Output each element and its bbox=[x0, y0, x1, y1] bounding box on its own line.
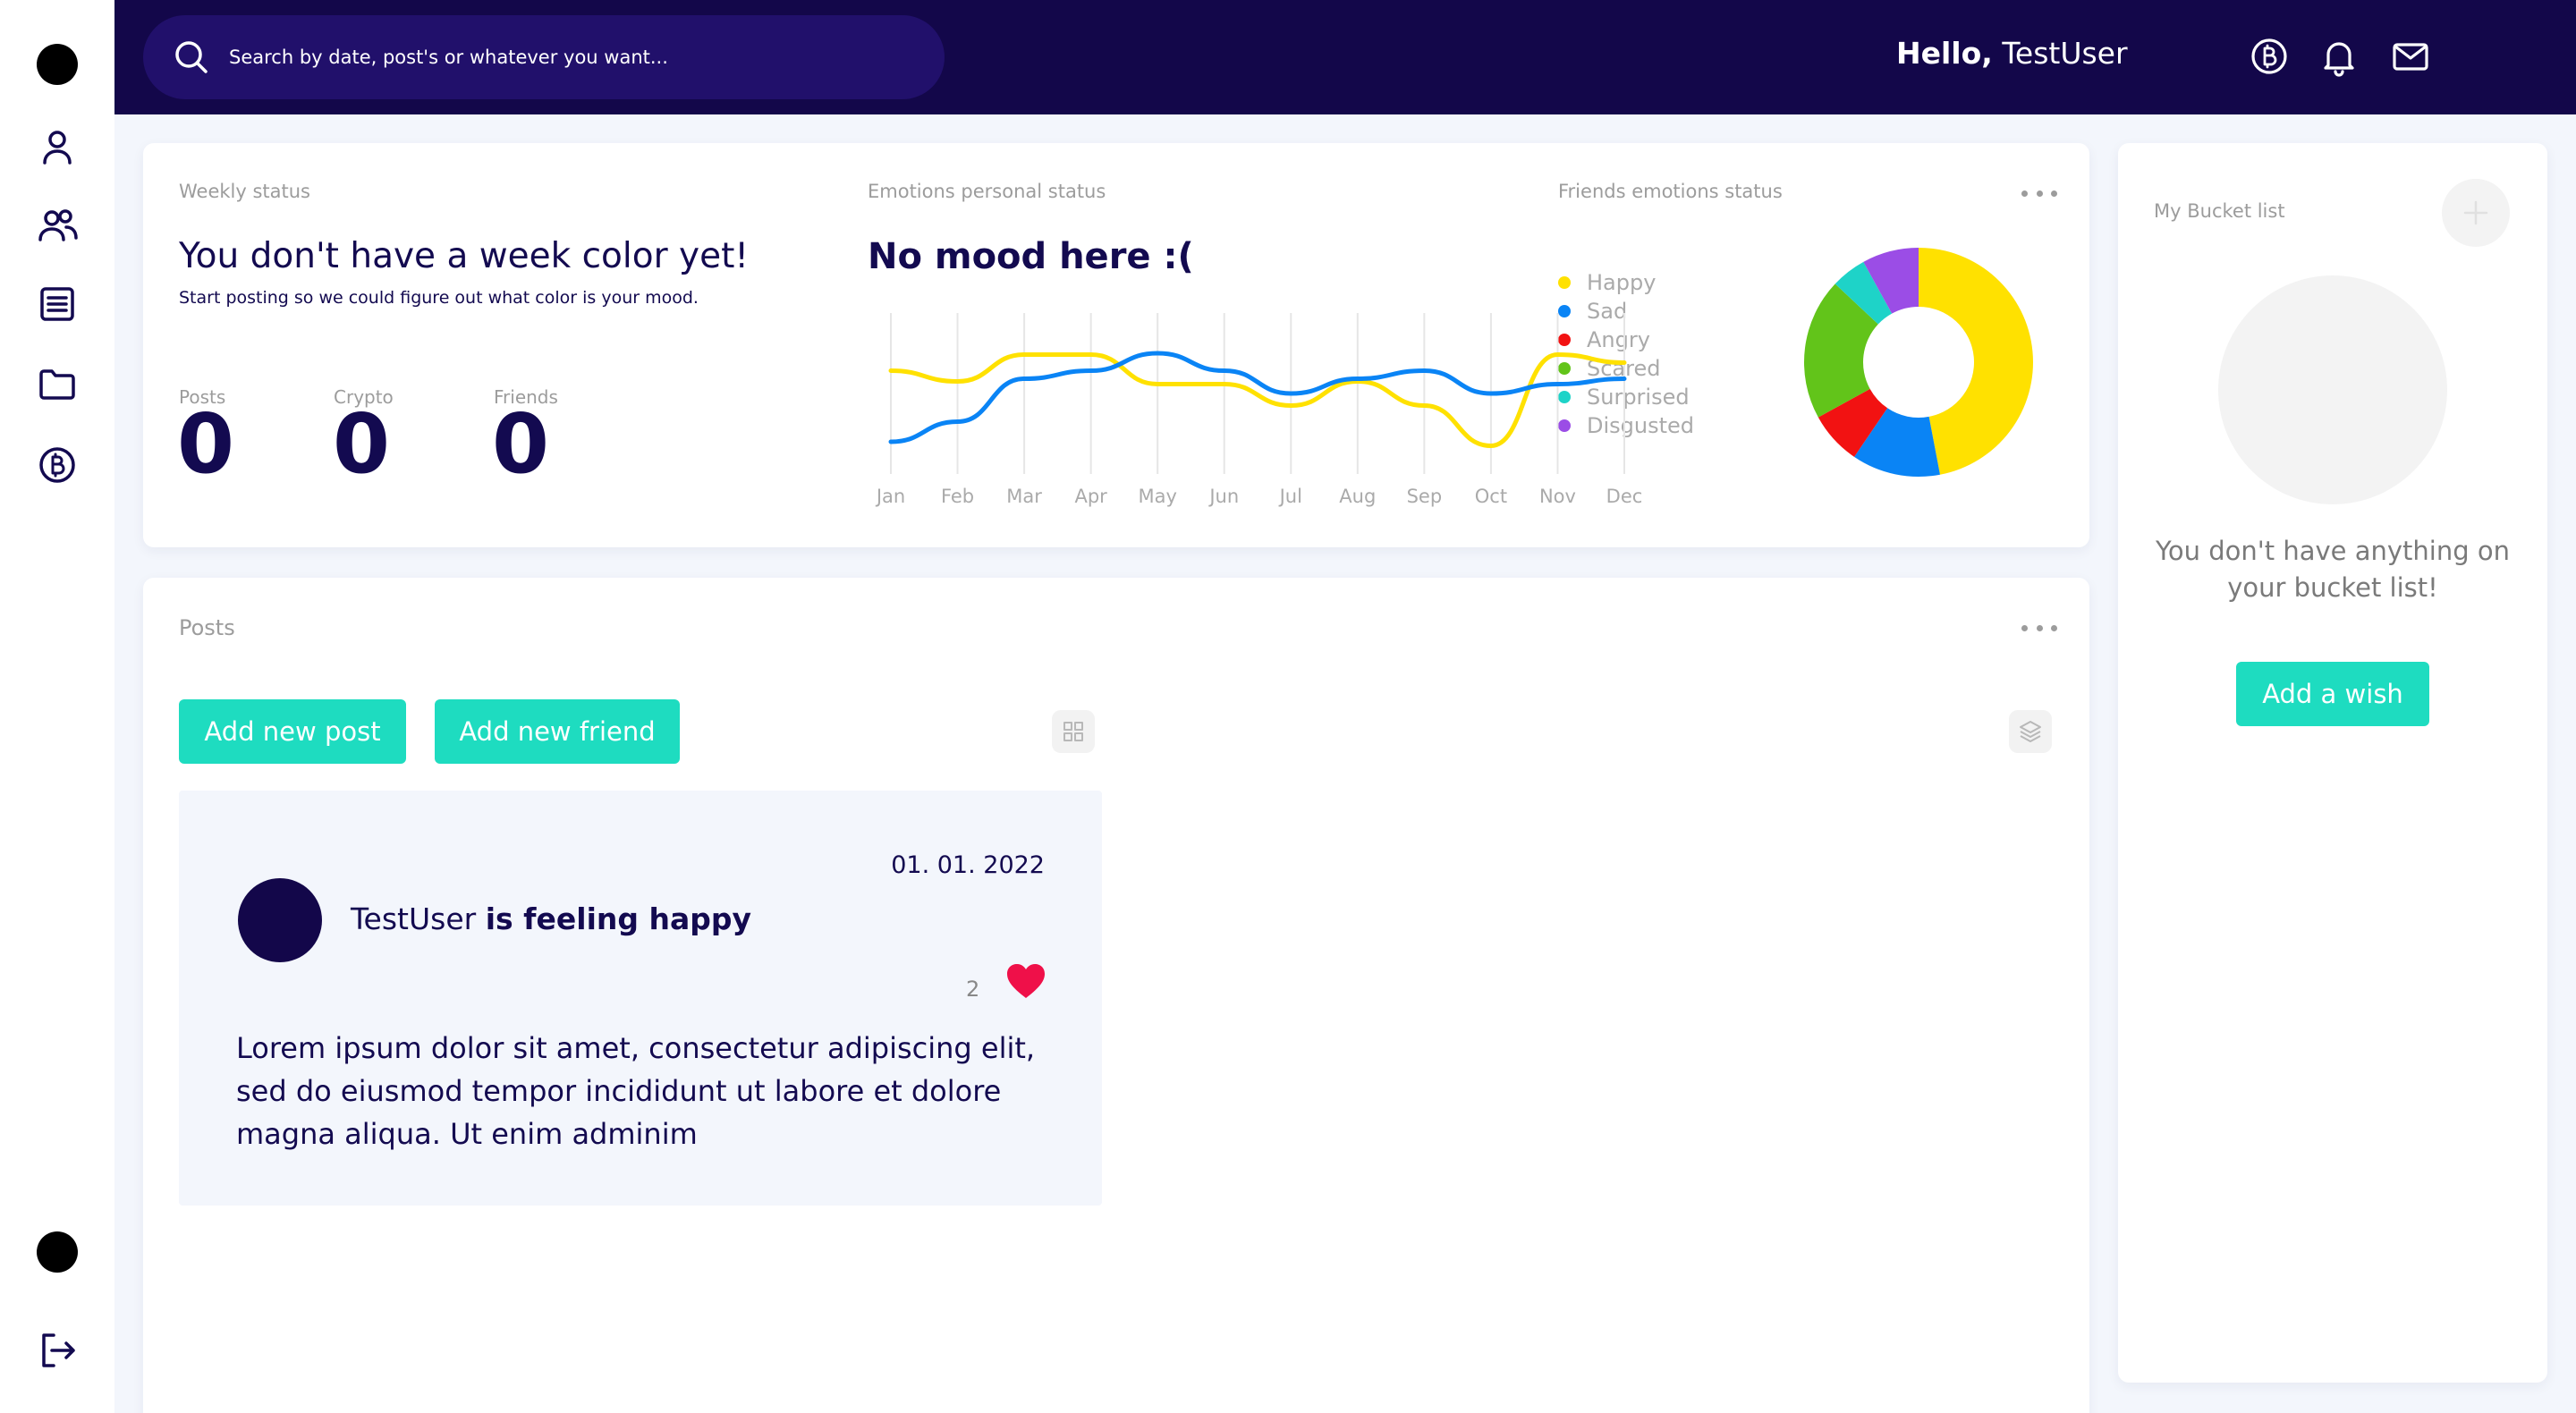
sidebar-item-files[interactable] bbox=[36, 363, 79, 406]
mood-title: No mood here :( bbox=[868, 236, 1194, 277]
post-avatar[interactable] bbox=[238, 878, 322, 962]
mail-icon bbox=[2393, 43, 2428, 71]
bucket-placeholder-image bbox=[2218, 275, 2447, 504]
sidebar-item-posts[interactable] bbox=[36, 283, 79, 326]
post-body: Lorem ipsum dolor sit amet, consectetur … bbox=[236, 1031, 1036, 1151]
stat-friends-value: 0 bbox=[492, 396, 550, 492]
emotions-donut-chart bbox=[1804, 248, 2033, 477]
x-tick-label: Nov bbox=[1539, 486, 1576, 507]
add-friend-button[interactable]: Add new friend bbox=[435, 699, 680, 764]
sidebar-item-profile[interactable] bbox=[36, 126, 79, 169]
greeting-label: Hello, bbox=[1896, 36, 1993, 71]
status-more-button[interactable] bbox=[2021, 188, 2057, 199]
bucket-list-label: My Bucket list bbox=[2154, 200, 2285, 222]
legend-swatch bbox=[1558, 276, 1571, 289]
heart-icon[interactable] bbox=[1005, 962, 1046, 1000]
x-tick-label: Oct bbox=[1475, 486, 1507, 507]
bucket-list-card: My Bucket list You don't have anything o… bbox=[2118, 143, 2547, 1383]
x-tick-label: Mar bbox=[1006, 486, 1042, 507]
greeting-username: TestUser bbox=[2002, 36, 2128, 71]
donut-slice-happy bbox=[1919, 248, 2033, 475]
crypto-button[interactable] bbox=[2249, 36, 2290, 77]
bitcoin-icon bbox=[2251, 38, 2287, 74]
posts-label: Posts bbox=[179, 615, 235, 640]
search-icon bbox=[175, 41, 208, 73]
x-tick-label: Jun bbox=[1208, 486, 1239, 507]
x-tick-label: May bbox=[1138, 486, 1176, 507]
messages-button[interactable] bbox=[2390, 36, 2431, 77]
posts-more-button[interactable] bbox=[2021, 622, 2057, 633]
like-count: 2 bbox=[966, 977, 980, 1002]
x-tick-label: Feb bbox=[941, 486, 974, 507]
grid-icon bbox=[1063, 722, 1083, 741]
weekly-status-label: Weekly status bbox=[179, 181, 310, 202]
x-tick-label: Jul bbox=[1278, 486, 1302, 507]
week-color-title: You don't have a week color yet! bbox=[179, 236, 750, 276]
layers-icon bbox=[2020, 721, 2041, 742]
bitcoin-icon bbox=[39, 447, 75, 483]
add-wish-button[interactable]: Add a wish bbox=[2236, 662, 2429, 726]
sidebar bbox=[0, 0, 114, 1413]
series-line bbox=[888, 351, 1627, 449]
x-tick-label: Sep bbox=[1407, 486, 1443, 507]
week-color-subtitle: Start posting so we could figure out wha… bbox=[179, 288, 699, 308]
bucket-add-button[interactable] bbox=[2442, 179, 2510, 247]
x-tick-label: Aug bbox=[1339, 486, 1376, 507]
layers-view-button[interactable] bbox=[2009, 710, 2052, 753]
sidebar-item-logout[interactable] bbox=[36, 1329, 79, 1372]
user-icon bbox=[43, 131, 72, 165]
emotions-label: Emotions personal status bbox=[868, 181, 1106, 202]
sidebar-item-friends[interactable] bbox=[36, 204, 79, 247]
sidebar-item-crypto[interactable] bbox=[36, 444, 79, 487]
post-card[interactable]: 01. 01. 2022 TestUser is feeling happy 2… bbox=[179, 791, 1102, 1206]
post-date: 01. 01. 2022 bbox=[891, 851, 1045, 879]
x-tick-label: Apr bbox=[1074, 486, 1107, 507]
search-bar[interactable] bbox=[143, 15, 945, 99]
user-avatar[interactable] bbox=[37, 1231, 78, 1273]
x-tick-label: Dec bbox=[1606, 486, 1643, 507]
notifications-button[interactable] bbox=[2318, 36, 2360, 77]
grid-view-button[interactable] bbox=[1052, 710, 1095, 753]
post-author-name: TestUser bbox=[351, 901, 477, 936]
friends-emotions-label: Friends emotions status bbox=[1558, 181, 1783, 202]
stat-posts-value: 0 bbox=[177, 396, 235, 492]
greeting: Hello, TestUser bbox=[1896, 36, 2128, 71]
add-post-button[interactable]: Add new post bbox=[179, 699, 406, 764]
search-input[interactable] bbox=[229, 47, 855, 68]
top-bar: Hello, TestUser bbox=[114, 0, 2576, 114]
mood-line-chart: Jan Feb Mar Apr May Jun Jul Aug Sep Oct Nov Dec bbox=[875, 313, 1643, 507]
stat-crypto-value: 0 bbox=[333, 396, 391, 492]
post-feeling: is feeling happy bbox=[485, 901, 752, 936]
bell-icon bbox=[2324, 42, 2354, 77]
bucket-empty-message: You don't have anything on your bucket l… bbox=[2156, 536, 2510, 603]
legend-label: Happy bbox=[1587, 270, 1657, 295]
plus-icon bbox=[2463, 200, 2488, 225]
folder-icon bbox=[39, 369, 75, 400]
post-author: TestUser is feeling happy bbox=[351, 901, 751, 936]
x-tick-label: Jan bbox=[875, 486, 905, 507]
app-logo[interactable] bbox=[37, 44, 78, 85]
list-icon bbox=[40, 287, 74, 321]
legend-item: Happy bbox=[1558, 268, 1694, 297]
posts-card: Posts Add new post Add new friend 01. 01… bbox=[143, 578, 2089, 1413]
logout-icon bbox=[42, 1333, 75, 1367]
users-icon bbox=[38, 209, 78, 241]
